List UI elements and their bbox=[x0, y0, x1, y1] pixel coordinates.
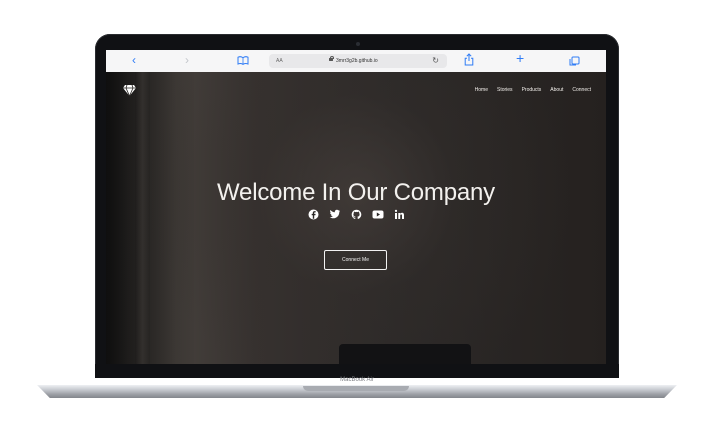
nav-home-link[interactable]: Home bbox=[475, 87, 488, 94]
lock-icon bbox=[329, 56, 334, 61]
youtube-icon[interactable] bbox=[372, 208, 384, 220]
twitter-icon[interactable] bbox=[329, 208, 341, 220]
hero-title: Welcome In Our Company bbox=[217, 179, 495, 206]
laptop-mockup: ‹ › AA 3mrr3g2b.github.io ↻ + Home Stori… bbox=[0, 0, 720, 432]
background-shadow bbox=[106, 72, 194, 364]
main-navigation: Home Stories Products About Connect bbox=[475, 87, 591, 94]
social-links bbox=[307, 207, 405, 221]
reader-button[interactable]: AA bbox=[276, 54, 283, 68]
chevron-right-icon[interactable]: › bbox=[185, 54, 189, 67]
nav-about-link[interactable]: About bbox=[550, 87, 563, 94]
address-bar[interactable]: AA 3mrr3g2b.github.io ↻ bbox=[269, 54, 447, 68]
url-text: 3mrr3g2b.github.io bbox=[336, 58, 378, 64]
tabs-icon[interactable] bbox=[569, 56, 580, 70]
chevron-left-icon[interactable]: ‹ bbox=[132, 54, 136, 67]
facebook-icon[interactable] bbox=[307, 208, 319, 220]
webpage-hero: Home Stories Products About Connect Welc… bbox=[106, 72, 606, 364]
background-door bbox=[135, 72, 150, 364]
plus-icon[interactable]: + bbox=[516, 51, 524, 65]
connect-me-button[interactable]: Connect Me bbox=[324, 250, 387, 270]
laptop-hinge-notch bbox=[303, 386, 409, 391]
share-icon[interactable] bbox=[464, 53, 474, 70]
nav-products-link[interactable]: Products bbox=[522, 87, 542, 94]
github-icon[interactable] bbox=[350, 208, 362, 220]
linkedin-icon[interactable] bbox=[393, 208, 405, 220]
webcam bbox=[356, 42, 360, 46]
book-icon[interactable] bbox=[237, 56, 249, 69]
reload-icon[interactable]: ↻ bbox=[432, 54, 439, 68]
nav-stories-link[interactable]: Stories bbox=[497, 87, 513, 94]
nav-connect-link[interactable]: Connect bbox=[572, 87, 591, 94]
safari-toolbar: ‹ › AA 3mrr3g2b.github.io ↻ + bbox=[106, 50, 606, 73]
url-display[interactable]: 3mrr3g2b.github.io bbox=[329, 54, 378, 68]
diamond-logo-icon[interactable] bbox=[122, 84, 137, 97]
bottom-panel bbox=[339, 344, 471, 364]
browser-screen: ‹ › AA 3mrr3g2b.github.io ↻ + Home Stori… bbox=[106, 50, 606, 364]
